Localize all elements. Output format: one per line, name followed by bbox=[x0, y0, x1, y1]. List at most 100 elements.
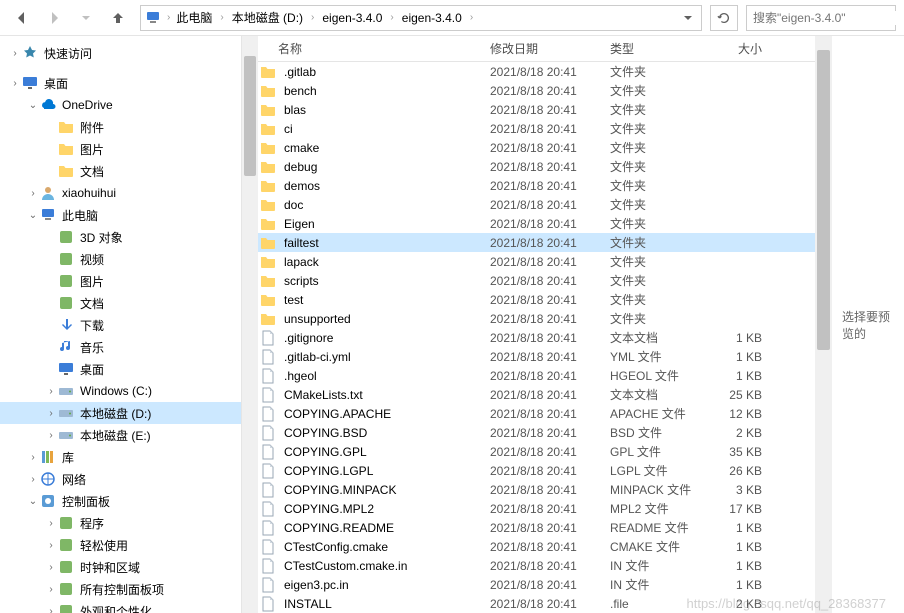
tree-item[interactable]: 文档 bbox=[0, 292, 241, 314]
file-row[interactable]: eigen3.pc.in2021/8/18 20:41IN 文件1 KB bbox=[242, 575, 815, 594]
file-date: 2021/8/18 20:41 bbox=[490, 464, 610, 478]
up-button[interactable] bbox=[104, 4, 132, 32]
tree-item[interactable]: ›桌面 bbox=[0, 72, 241, 94]
recent-dropdown[interactable] bbox=[72, 4, 100, 32]
file-row[interactable]: .gitlab2021/8/18 20:41文件夹 bbox=[242, 62, 815, 81]
tree-item[interactable]: ›时钟和区域 bbox=[0, 556, 241, 578]
tree-item[interactable]: 图片 bbox=[0, 138, 241, 160]
file-row[interactable]: blas2021/8/18 20:41文件夹 bbox=[242, 100, 815, 119]
tree-item[interactable]: 3D 对象 bbox=[0, 226, 241, 248]
tree-chevron-icon[interactable]: › bbox=[8, 48, 22, 59]
breadcrumb-segment[interactable]: 此电脑 bbox=[172, 7, 216, 28]
tree-item[interactable]: ›程序 bbox=[0, 512, 241, 534]
file-row[interactable]: cmake2021/8/18 20:41文件夹 bbox=[242, 138, 815, 157]
tree-chevron-icon[interactable]: › bbox=[8, 78, 22, 89]
file-date: 2021/8/18 20:41 bbox=[490, 293, 610, 307]
file-row[interactable]: CTestCustom.cmake.in2021/8/18 20:41IN 文件… bbox=[242, 556, 815, 575]
tree-item[interactable]: 桌面 bbox=[0, 358, 241, 380]
content-scrollbar[interactable] bbox=[815, 36, 832, 613]
file-type: 文件夹 bbox=[610, 63, 710, 80]
file-row[interactable]: .hgeol2021/8/18 20:41HGEOL 文件1 KB bbox=[242, 366, 815, 385]
tree-chevron-icon[interactable]: › bbox=[44, 606, 58, 613]
file-row[interactable]: Eigen2021/8/18 20:41文件夹 bbox=[242, 214, 815, 233]
file-row[interactable]: COPYING.MPL22021/8/18 20:41MPL2 文件17 KB bbox=[242, 499, 815, 518]
tree-item[interactable]: 文档 bbox=[0, 160, 241, 182]
file-row[interactable]: lapack2021/8/18 20:41文件夹 bbox=[242, 252, 815, 271]
header-name[interactable]: 名称 bbox=[278, 40, 490, 57]
tree-chevron-icon[interactable]: › bbox=[26, 474, 40, 485]
tree-chevron-icon[interactable]: › bbox=[26, 452, 40, 463]
file-row[interactable]: test2021/8/18 20:41文件夹 bbox=[242, 290, 815, 309]
tree-chevron-icon[interactable]: ⌄ bbox=[26, 496, 40, 507]
breadcrumb-segment[interactable]: 本地磁盘 (D:) bbox=[228, 7, 307, 28]
tree-chevron-icon[interactable]: ⌄ bbox=[26, 210, 40, 221]
tree-chevron-icon[interactable]: › bbox=[44, 408, 58, 419]
tree-item[interactable]: ›本地磁盘 (E:) bbox=[0, 424, 241, 446]
file-row[interactable]: debug2021/8/18 20:41文件夹 bbox=[242, 157, 815, 176]
address-bar[interactable]: › 此电脑›本地磁盘 (D:)›eigen-3.4.0›eigen-3.4.0› bbox=[140, 5, 702, 31]
forward-button[interactable] bbox=[40, 4, 68, 32]
file-row[interactable]: scripts2021/8/18 20:41文件夹 bbox=[242, 271, 815, 290]
tree-item[interactable]: ›网络 bbox=[0, 468, 241, 490]
file-row[interactable]: COPYING.README2021/8/18 20:41README 文件1 … bbox=[242, 518, 815, 537]
file-row[interactable]: CMakeLists.txt2021/8/18 20:41文本文档25 KB bbox=[242, 385, 815, 404]
file-list[interactable]: .gitlab2021/8/18 20:41文件夹bench2021/8/18 … bbox=[242, 62, 815, 613]
tree-item[interactable]: ›Windows (C:) bbox=[0, 380, 241, 402]
tree-item[interactable]: 附件 bbox=[0, 116, 241, 138]
file-row[interactable]: .gitignore2021/8/18 20:41文本文档1 KB bbox=[242, 328, 815, 347]
file-row[interactable]: doc2021/8/18 20:41文件夹 bbox=[242, 195, 815, 214]
tree-item[interactable]: ⌄OneDrive bbox=[0, 94, 241, 116]
header-type[interactable]: 类型 bbox=[610, 40, 710, 57]
tree-item[interactable]: ›所有控制面板项 bbox=[0, 578, 241, 600]
file-row[interactable]: failtest2021/8/18 20:41文件夹 bbox=[242, 233, 815, 252]
tree-chevron-icon[interactable]: › bbox=[26, 188, 40, 199]
breadcrumb-segment[interactable]: eigen-3.4.0 bbox=[398, 9, 466, 27]
file-date: 2021/8/18 20:41 bbox=[490, 502, 610, 516]
tree-item[interactable]: ⌄ 此电脑 bbox=[0, 204, 241, 226]
file-name: .gitlab bbox=[284, 65, 490, 79]
file-row[interactable]: .gitlab-ci.yml2021/8/18 20:41YML 文件1 KB bbox=[242, 347, 815, 366]
back-button[interactable] bbox=[8, 4, 36, 32]
tree-item[interactable]: ›轻松使用 bbox=[0, 534, 241, 556]
tree-chevron-icon[interactable]: › bbox=[44, 584, 58, 595]
tree-chevron-icon[interactable]: › bbox=[44, 518, 58, 529]
file-row[interactable]: bench2021/8/18 20:41文件夹 bbox=[242, 81, 815, 100]
tree-chevron-icon[interactable]: ⌄ bbox=[26, 100, 40, 111]
tree-item[interactable]: 音乐 bbox=[0, 336, 241, 358]
file-row[interactable]: demos2021/8/18 20:41文件夹 bbox=[242, 176, 815, 195]
tree-item[interactable]: 下载 bbox=[0, 314, 241, 336]
tree-item[interactable]: ›xiaohuihui bbox=[0, 182, 241, 204]
tree-chevron-icon[interactable]: › bbox=[44, 540, 58, 551]
header-size[interactable]: 大小 bbox=[710, 40, 762, 57]
tree-item[interactable]: ⌄控制面板 bbox=[0, 490, 241, 512]
file-row[interactable]: ci2021/8/18 20:41文件夹 bbox=[242, 119, 815, 138]
file-row[interactable]: COPYING.APACHE2021/8/18 20:41APACHE 文件12… bbox=[242, 404, 815, 423]
tree-item[interactable]: ›库 bbox=[0, 446, 241, 468]
tree-item-label: 此电脑 bbox=[62, 207, 98, 224]
file-row[interactable]: unsupported2021/8/18 20:41文件夹 bbox=[242, 309, 815, 328]
search-box[interactable] bbox=[746, 5, 896, 31]
cloud-icon bbox=[40, 97, 56, 113]
address-dropdown-icon[interactable] bbox=[679, 4, 697, 32]
file-row[interactable]: COPYING.BSD2021/8/18 20:41BSD 文件2 KB bbox=[242, 423, 815, 442]
file-row[interactable]: CTestConfig.cmake2021/8/18 20:41CMAKE 文件… bbox=[242, 537, 815, 556]
tree-chevron-icon[interactable]: › bbox=[44, 386, 58, 397]
tree-item[interactable]: ›外观和个性化 bbox=[0, 600, 241, 613]
file-row[interactable]: COPYING.MINPACK2021/8/18 20:41MINPACK 文件… bbox=[242, 480, 815, 499]
breadcrumb-segment[interactable]: eigen-3.4.0 bbox=[318, 9, 386, 27]
left-scrollbar[interactable] bbox=[242, 36, 258, 613]
tree-item[interactable]: 视频 bbox=[0, 248, 241, 270]
tree-chevron-icon[interactable]: › bbox=[44, 562, 58, 573]
tree-item[interactable]: ›快速访问 bbox=[0, 42, 241, 64]
refresh-button[interactable] bbox=[710, 5, 738, 31]
tree-item-label: 本地磁盘 (D:) bbox=[80, 405, 151, 422]
file-row[interactable]: COPYING.GPL2021/8/18 20:41GPL 文件35 KB bbox=[242, 442, 815, 461]
tree-item[interactable]: 图片 bbox=[0, 270, 241, 292]
search-input[interactable] bbox=[753, 11, 904, 25]
tree-item-label: 下载 bbox=[80, 317, 104, 334]
tree-item[interactable]: › 本地磁盘 (D:) bbox=[0, 402, 241, 424]
header-date[interactable]: 修改日期 bbox=[490, 40, 610, 57]
file-row[interactable]: COPYING.LGPL2021/8/18 20:41LGPL 文件26 KB bbox=[242, 461, 815, 480]
user-icon bbox=[40, 185, 56, 201]
tree-chevron-icon[interactable]: › bbox=[44, 430, 58, 441]
